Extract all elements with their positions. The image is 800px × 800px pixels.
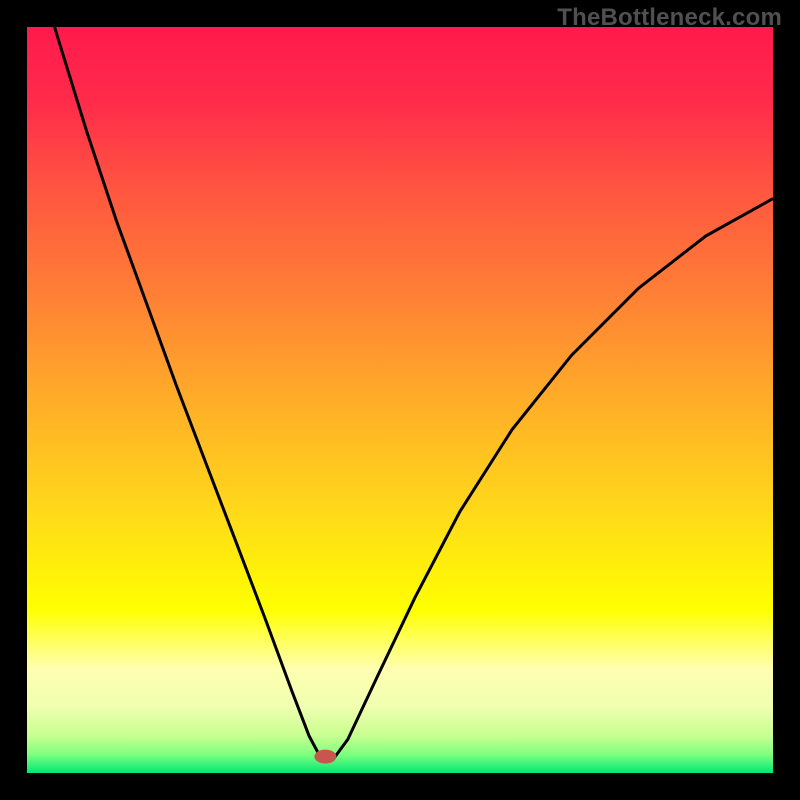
watermark-text: TheBottleneck.com (557, 4, 782, 32)
bottleneck-chart (0, 0, 800, 800)
plot-background (27, 27, 773, 773)
optimum-marker (314, 750, 336, 764)
chart-frame: TheBottleneck.com (0, 0, 800, 800)
